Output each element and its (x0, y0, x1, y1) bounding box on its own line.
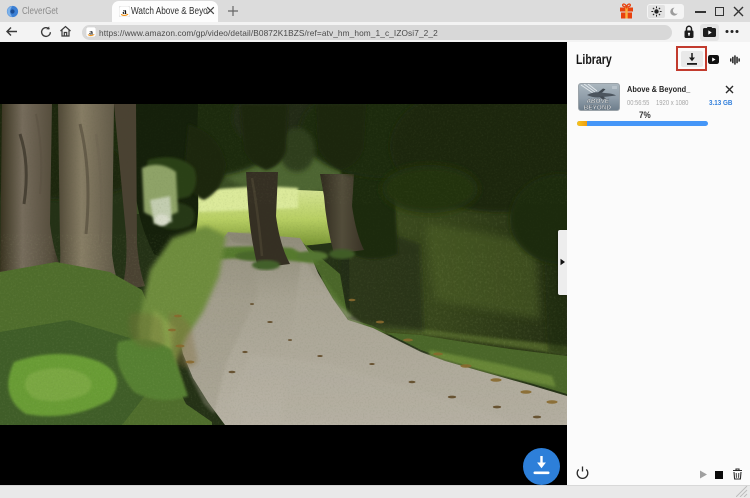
svg-text:BEYOND: BEYOND (583, 104, 611, 110)
